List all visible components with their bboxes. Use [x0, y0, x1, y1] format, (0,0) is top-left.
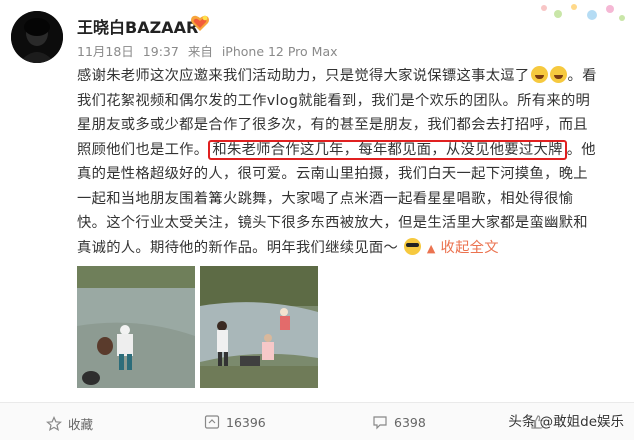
- post-meta: 11月18日 19:37 来自 iPhone 12 Pro Max: [77, 41, 343, 60]
- post-line: 照顾他们也是工作。: [77, 141, 209, 158]
- post-photo[interactable]: [77, 266, 195, 388]
- repost-count: 16396: [226, 414, 266, 430]
- star-icon: [46, 415, 62, 431]
- post-line: 。他: [566, 141, 596, 158]
- collapse-label: 收起全文: [440, 239, 499, 256]
- source-prefix: 来自: [187, 44, 213, 59]
- comment-count: 6398: [394, 414, 426, 430]
- post-photo[interactable]: [200, 266, 318, 388]
- highlighted-text: 和朱老师合作这几年，每年都见面，从没见他要过大牌: [208, 139, 567, 160]
- post-line: 一起和当地朋友围着篝火跳舞，大家喝了点米酒一起看星星唱歌，相处得很愉: [77, 190, 574, 207]
- favorite-button[interactable]: 收藏: [46, 414, 93, 433]
- decorative-banner: [541, 4, 625, 21]
- comment-icon: [373, 416, 387, 430]
- sunglasses-emoji-icon: [404, 237, 421, 255]
- repost-icon: [204, 415, 220, 429]
- post-line: 。看: [567, 68, 597, 84]
- post-line: 星朋友或多或少都是合作了很多次，有的甚至是朋友，我们都会去打招呼，而且: [77, 117, 588, 133]
- watermark: 头条 @敢姐de娱乐: [508, 414, 624, 430]
- post-line: 真诚的人。期待他的新作品。明年我们继续见面～: [77, 239, 399, 256]
- collapse-button[interactable]: ▲ 收起全文: [427, 240, 499, 256]
- username[interactable]: 王晓白BAZAAR: [77, 14, 198, 38]
- post-date[interactable]: 11月18日: [77, 44, 134, 59]
- laugh-emoji-icon: [549, 66, 567, 83]
- fan-badge-icon[interactable]: [190, 14, 210, 32]
- post-line: 快。这个行业太受关注，镜头下很多东西被放大，但是生活里大家都是蛮幽默和: [77, 215, 588, 231]
- post-source: iPhone 12 Pro Max: [221, 44, 338, 59]
- post-line: 真的是性格超级好的人，很可爱。云南山里拍摄，我们白天一起下河摸鱼，晚上: [77, 166, 588, 182]
- laugh-emoji-icon: [530, 66, 548, 83]
- post-text: 感谢朱老师这次应邀来我们活动助力，只是觉得大家说保镖这事太逗了 。看 我们花絮视频…: [77, 64, 625, 261]
- avatar[interactable]: [11, 11, 63, 63]
- repost-button[interactable]: 16396: [204, 414, 266, 430]
- favorite-label: 收藏: [68, 417, 94, 432]
- post-line: 感谢朱老师这次应邀来我们活动助力，只是觉得大家说保镖这事太逗了: [77, 68, 530, 84]
- chevron-up-icon: ▲: [426, 241, 436, 255]
- post-line: 我们花絮视频和偶尔发的工作vlog就能看到，我们是个欢乐的团队。所有来的明: [77, 92, 591, 109]
- comment-button[interactable]: 6398: [372, 414, 426, 430]
- post-time[interactable]: 19:37: [143, 44, 179, 59]
